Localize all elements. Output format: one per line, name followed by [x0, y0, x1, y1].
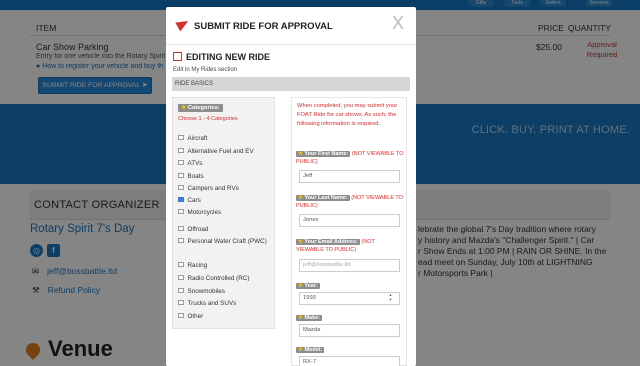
- checkbox[interactable]: [178, 312, 184, 319]
- category-label: Aircraft: [187, 135, 208, 142]
- year-tag: ★ Year:: [296, 283, 320, 289]
- checkbox[interactable]: [178, 299, 184, 306]
- close-button[interactable]: X: [392, 13, 404, 34]
- category-label: Other: [187, 313, 204, 320]
- email-label-text: Your Email Address:: [304, 239, 358, 245]
- make-input[interactable]: Mazda: [299, 324, 400, 337]
- category-aircraft[interactable]: Aircraft: [178, 134, 208, 142]
- model-tag: ★ Model:: [296, 347, 325, 353]
- star-icon: ★: [298, 315, 303, 321]
- modal-title: SUBMIT RIDE FOR APPROVAL: [194, 21, 333, 32]
- category-label: Racing: [187, 262, 208, 269]
- last-name-label: ★ Your Last Name: (NOT VIEWABLE TO PUBLI…: [296, 194, 404, 210]
- first-name-input[interactable]: Jeff: [299, 170, 400, 183]
- category-label: Trucks and SUVs: [187, 300, 237, 307]
- submit-ride-modal: SUBMIT RIDE FOR APPROVAL X EDITING NEW R…: [166, 7, 416, 366]
- category-atvs[interactable]: ATVs: [178, 159, 203, 167]
- checkbox[interactable]: [178, 208, 184, 215]
- editing-heading: EDITING NEW RIDE: [173, 51, 270, 62]
- year-label: ★ Year:: [296, 282, 320, 290]
- checkbox[interactable]: [178, 237, 184, 244]
- category-snowmobiles[interactable]: Snowmobiles: [178, 287, 225, 295]
- form-note: When completed, you may submit your FOAT…: [297, 103, 398, 127]
- star-icon: ★: [181, 105, 187, 111]
- checkbox[interactable]: [178, 147, 184, 154]
- last-name-input[interactable]: Jones: [299, 214, 400, 227]
- email-tag: ★ Your Email Address:: [296, 239, 360, 245]
- category-label: Offroad: [187, 226, 209, 233]
- category-rc[interactable]: Radio Controlled (RC): [178, 274, 250, 282]
- category-racing[interactable]: Racing: [178, 261, 208, 269]
- category-alt-fuel-ev[interactable]: Alternative Fuel and EV: [178, 147, 254, 155]
- categories-hint: Choose 1 - 4 Categories: [178, 116, 238, 122]
- category-label: Radio Controlled (RC): [187, 275, 250, 282]
- star-icon: ★: [298, 195, 303, 201]
- year-select[interactable]: 1993: [299, 292, 400, 305]
- star-icon: ★: [298, 283, 303, 289]
- categories-label: ★ Categories:: [178, 104, 223, 112]
- ride-form-panel: When completed, you may submit your FOAT…: [291, 97, 407, 366]
- category-label: Personal Water Craft (PWC): [187, 238, 267, 245]
- category-other[interactable]: Other: [178, 312, 204, 320]
- category-trucks-suvs[interactable]: Trucks and SUVs: [178, 299, 237, 307]
- star-icon: ★: [298, 239, 303, 245]
- modal-header: SUBMIT RIDE FOR APPROVAL X: [166, 7, 416, 45]
- first-name-label-text: Your First Name:: [304, 151, 349, 157]
- first-name-tag: ★ Your First Name:: [296, 151, 351, 157]
- category-campers-rvs[interactable]: Campers and RVs: [178, 184, 239, 192]
- star-icon: ★: [298, 151, 303, 157]
- last-name-tag: ★ Your Last Name:: [296, 195, 350, 201]
- categories-label-text: Categories:: [187, 105, 220, 111]
- checkbox[interactable]: [178, 172, 184, 179]
- make-label-text: Make:: [304, 315, 321, 321]
- category-cars[interactable]: Cars: [178, 196, 201, 204]
- checkbox[interactable]: [178, 159, 184, 166]
- edit-icon: [173, 52, 182, 61]
- make-tag: ★ Make:: [296, 315, 323, 321]
- category-boats[interactable]: Boats: [178, 172, 204, 180]
- category-motorcycles[interactable]: Motorcycles: [178, 208, 222, 216]
- checkbox[interactable]: [178, 274, 184, 281]
- checkbox[interactable]: [178, 287, 184, 294]
- category-pwc[interactable]: Personal Water Craft (PWC): [178, 237, 268, 246]
- category-offroad[interactable]: Offroad: [178, 225, 209, 233]
- category-label: Alternative Fuel and EV: [187, 148, 254, 155]
- model-label-text: Model:: [304, 347, 323, 353]
- make-label: ★ Make:: [296, 314, 323, 322]
- first-name-label: ★ Your First Name: (NOT VIEWABLE TO PUBL…: [296, 150, 404, 166]
- checkbox[interactable]: [178, 184, 184, 191]
- model-input[interactable]: RX-7: [299, 356, 400, 366]
- email-input[interactable]: jeff@bossbattle.ltd: [299, 259, 400, 272]
- section-ride-basics: RIDE BASICS: [172, 77, 410, 91]
- edit-subtitle: Edit in My Rides section: [173, 67, 238, 73]
- category-label: Snowmobiles: [187, 288, 225, 295]
- category-label: Motorcycles: [187, 209, 222, 216]
- category-label: Campers and RVs: [187, 185, 239, 192]
- model-label: ★ Model:: [296, 346, 325, 354]
- categories-panel: ★ Categories: Choose 1 - 4 Categories Ai…: [172, 97, 275, 329]
- editing-heading-text: EDITING NEW RIDE: [186, 52, 271, 62]
- category-label: Boats: [187, 173, 204, 180]
- checkbox[interactable]: [178, 261, 184, 268]
- category-label: ATVs: [187, 160, 203, 167]
- star-icon: ★: [298, 347, 303, 353]
- category-label: Cars: [187, 197, 201, 204]
- paper-plane-icon: [175, 16, 191, 32]
- checkbox[interactable]: [178, 134, 184, 141]
- year-label-text: Year:: [304, 283, 318, 289]
- last-name-label-text: Your Last Name:: [304, 195, 348, 201]
- email-label: ★ Your Email Address: (NOT VIEWABLE TO P…: [296, 238, 404, 254]
- checkbox-checked[interactable]: [178, 196, 184, 203]
- checkbox[interactable]: [178, 225, 184, 232]
